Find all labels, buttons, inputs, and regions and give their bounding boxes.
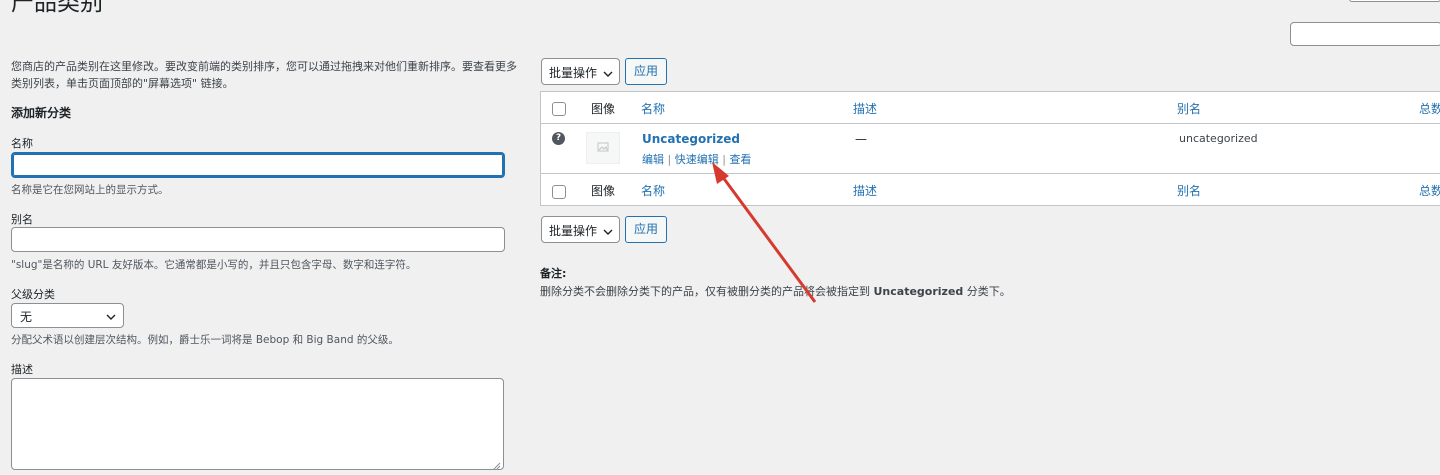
note-label: 备注:: [540, 267, 567, 280]
header-divider: [541, 123, 1440, 124]
parent-select[interactable]: 无: [11, 303, 124, 328]
select-all-checkbox-bottom[interactable]: [552, 185, 566, 199]
view-link[interactable]: 查看: [729, 153, 751, 166]
name-hint: 名称是它在您网站上的显示方式。: [11, 184, 169, 196]
categories-table: 图像 名称 描述 别名 总数 ? Uncategorized 编辑 | 快速编辑…: [540, 91, 1440, 206]
name-field[interactable]: [11, 152, 505, 178]
column-header-image: 图像: [591, 102, 616, 116]
parent-hint: 分配父术语以创建层次结构。例如，爵士乐一词将是 Bebop 和 Big Band…: [11, 334, 399, 346]
column-footer-count[interactable]: 总数: [1419, 182, 1440, 199]
chevron-down-icon: [106, 310, 116, 324]
row-divider: [541, 173, 1440, 174]
resize-handle-icon[interactable]: [493, 459, 501, 470]
description-label: 描述: [11, 363, 33, 376]
name-label: 名称: [11, 137, 33, 150]
column-header-slug[interactable]: 别名: [1177, 100, 1201, 117]
column-footer-slug[interactable]: 别名: [1177, 182, 1201, 199]
chevron-down-icon: [603, 67, 613, 81]
apply-button-top[interactable]: 应用: [625, 58, 667, 85]
chevron-down-icon: [603, 225, 613, 239]
category-description: —: [855, 132, 867, 146]
column-footer-name[interactable]: 名称: [641, 182, 665, 199]
bulk-actions-label: 批量操作: [549, 66, 598, 80]
quick-edit-link[interactable]: 快速编辑: [675, 153, 719, 166]
image-placeholder-icon: [586, 132, 620, 164]
parent-selected-value: 无: [20, 310, 33, 324]
screen-options-button[interactable]: [1349, 0, 1440, 2]
add-new-heading: 添加新分类: [11, 106, 72, 120]
column-header-count[interactable]: 总数: [1419, 100, 1440, 117]
page-title: 产品类别: [11, 0, 103, 16]
bulk-actions-select-top[interactable]: 批量操作: [541, 58, 620, 85]
column-header-description[interactable]: 描述: [853, 100, 877, 117]
search-input[interactable]: [1290, 22, 1440, 46]
description-textarea[interactable]: [11, 378, 504, 470]
bulk-actions-select-bottom[interactable]: 批量操作: [541, 216, 620, 243]
select-all-checkbox[interactable]: [552, 102, 566, 116]
action-separator: |: [667, 153, 672, 166]
category-slug: uncategorized: [1179, 132, 1258, 145]
bulk-actions-label: 批量操作: [549, 224, 598, 238]
column-footer-image: 图像: [591, 184, 616, 198]
category-name-link[interactable]: Uncategorized: [642, 132, 740, 146]
slug-hint: "slug"是名称的 URL 友好版本。它通常都是小写的，并且只包含字母、数字和…: [11, 259, 417, 271]
column-header-name[interactable]: 名称: [641, 100, 665, 117]
action-separator: |: [722, 153, 726, 166]
row-actions: 编辑 | 快速编辑 | 查看: [642, 151, 751, 167]
slug-label: 别名: [11, 213, 33, 226]
column-footer-description[interactable]: 描述: [853, 182, 877, 199]
intro-block: 您商店的产品类别在这里修改。要改变前端的类别排序，您可以通过拖拽来对他们重新排序…: [11, 58, 521, 92]
intro-text: 您商店的产品类别在这里修改。要改变前端的类别排序，您可以通过拖拽来对他们重新排序…: [11, 60, 517, 90]
parent-label: 父级分类: [11, 288, 55, 301]
edit-link[interactable]: 编辑: [642, 153, 664, 166]
note-text: 删除分类不会删除分类下的产品，仅有被删分类的产品将会被指定到 Uncategor…: [540, 285, 1011, 298]
slug-field[interactable]: [11, 227, 505, 252]
apply-button-bottom[interactable]: 应用: [625, 216, 667, 243]
question-circle-icon[interactable]: ?: [552, 132, 565, 145]
